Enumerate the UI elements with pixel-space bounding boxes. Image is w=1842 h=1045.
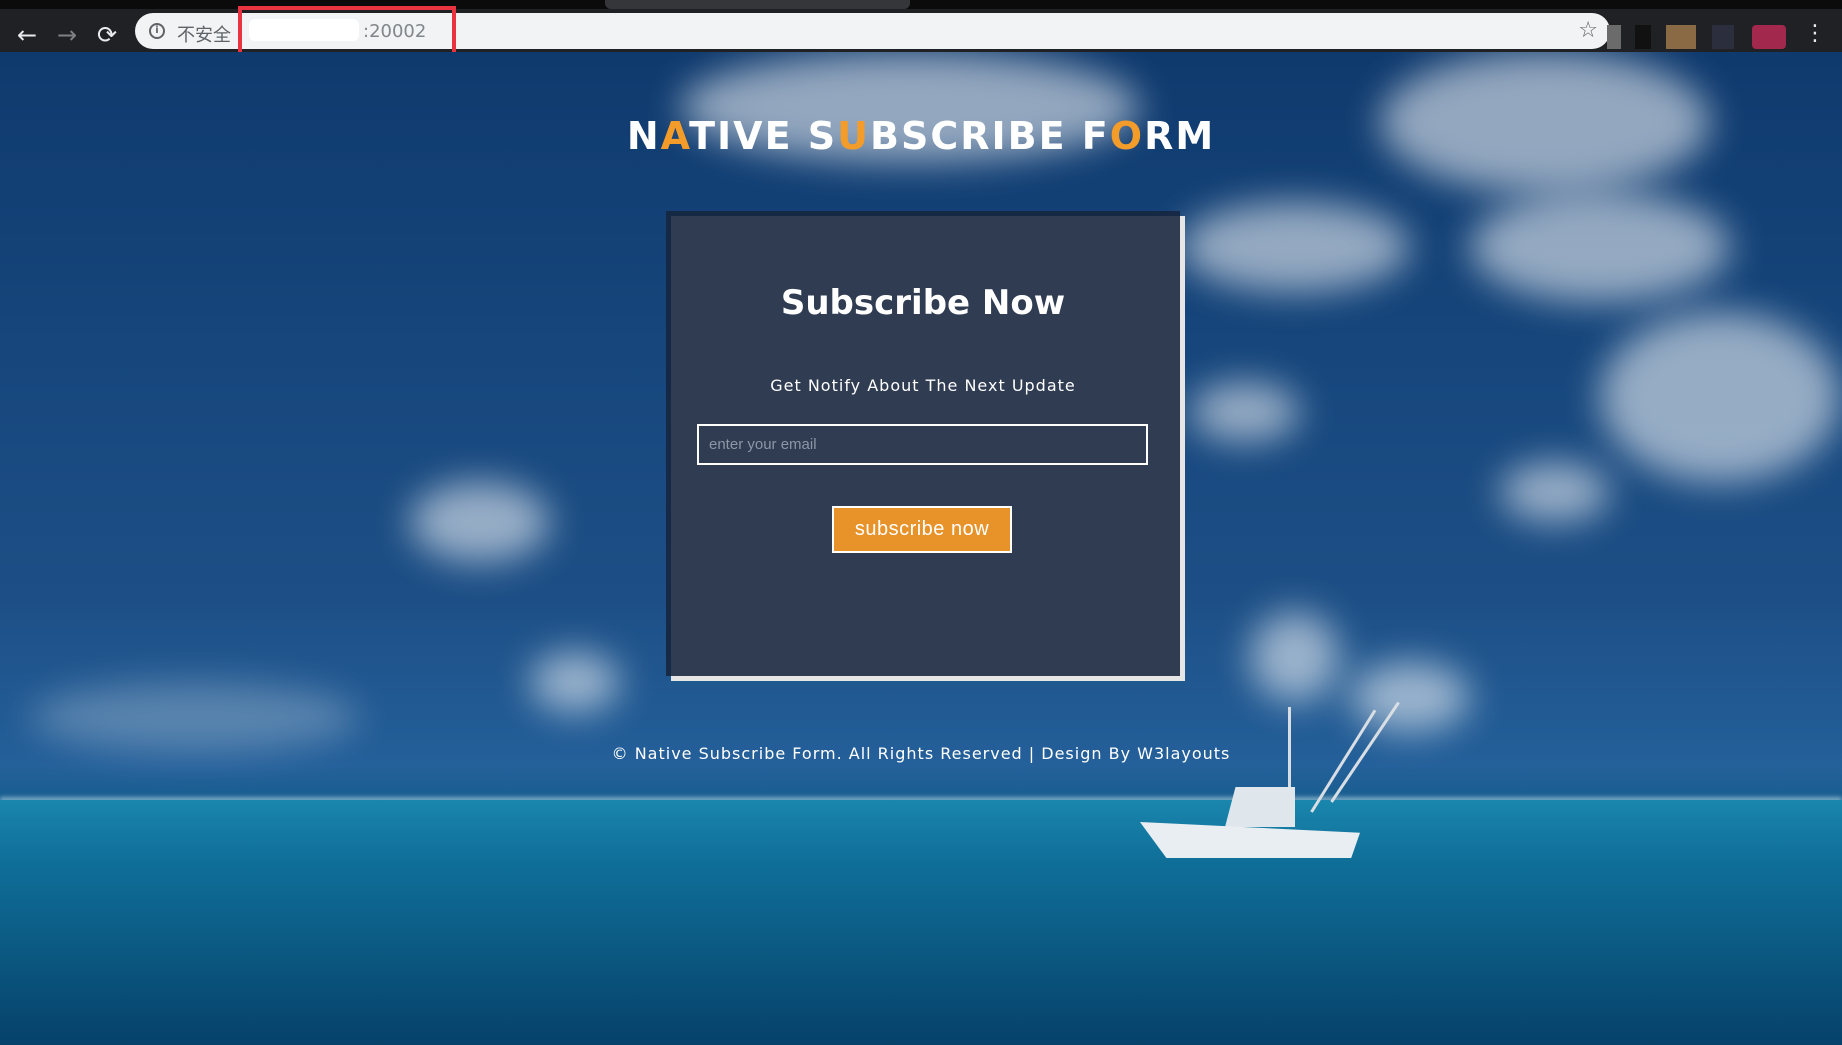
- extension-icon[interactable]: [1712, 25, 1734, 49]
- extension-icon[interactable]: [1607, 25, 1621, 49]
- subscribe-heading: Subscribe Now: [780, 283, 1066, 323]
- title-accent-letter: A: [660, 114, 690, 158]
- email-input[interactable]: [697, 424, 1148, 465]
- cloud: [30, 682, 360, 752]
- title-text: TIVE S: [689, 114, 838, 158]
- browser-menu-icon[interactable]: ⋮: [1804, 23, 1826, 45]
- footer-text: © Native Subscribe Form. All Rights Rese…: [611, 744, 1231, 763]
- bookmark-star-icon[interactable]: ☆: [1578, 18, 1598, 43]
- extension-icon[interactable]: [1635, 25, 1651, 49]
- title-accent-letter: U: [837, 114, 871, 158]
- extension-icon[interactable]: [1752, 25, 1786, 49]
- title-text: BSCRIBE F: [870, 114, 1110, 158]
- title-text: N: [626, 114, 661, 158]
- subscribe-button[interactable]: subscribe now: [832, 506, 1012, 553]
- cloud: [1470, 192, 1730, 302]
- page-background: NATIVE SUBSCRIBE FORM Subscribe Now Get …: [0, 52, 1842, 1045]
- cloud: [1250, 612, 1340, 702]
- forward-icon[interactable]: →: [52, 20, 82, 50]
- cloud: [1600, 312, 1840, 482]
- active-tab[interactable]: [605, 0, 910, 9]
- info-icon[interactable]: i: [149, 23, 165, 39]
- boat-cabin: [1225, 787, 1295, 827]
- site-title: NATIVE SUBSCRIBE FORM: [0, 114, 1842, 158]
- title-text: RM: [1144, 114, 1216, 158]
- reload-icon[interactable]: ⟳: [92, 20, 122, 50]
- cloud: [1180, 202, 1410, 292]
- cloud: [1500, 462, 1610, 522]
- sea: [0, 800, 1842, 1045]
- cloud: [410, 482, 550, 562]
- cloud: [530, 652, 620, 712]
- cloud: [1190, 382, 1300, 442]
- subscribe-subtitle: Get Notify About The Next Update: [770, 376, 1076, 395]
- subscribe-card: Subscribe Now Get Notify About The Next …: [666, 211, 1180, 676]
- title-accent-letter: O: [1109, 114, 1145, 158]
- extension-icon[interactable]: [1666, 25, 1696, 49]
- back-icon[interactable]: ←: [12, 20, 42, 50]
- security-label[interactable]: 不安全: [177, 21, 231, 47]
